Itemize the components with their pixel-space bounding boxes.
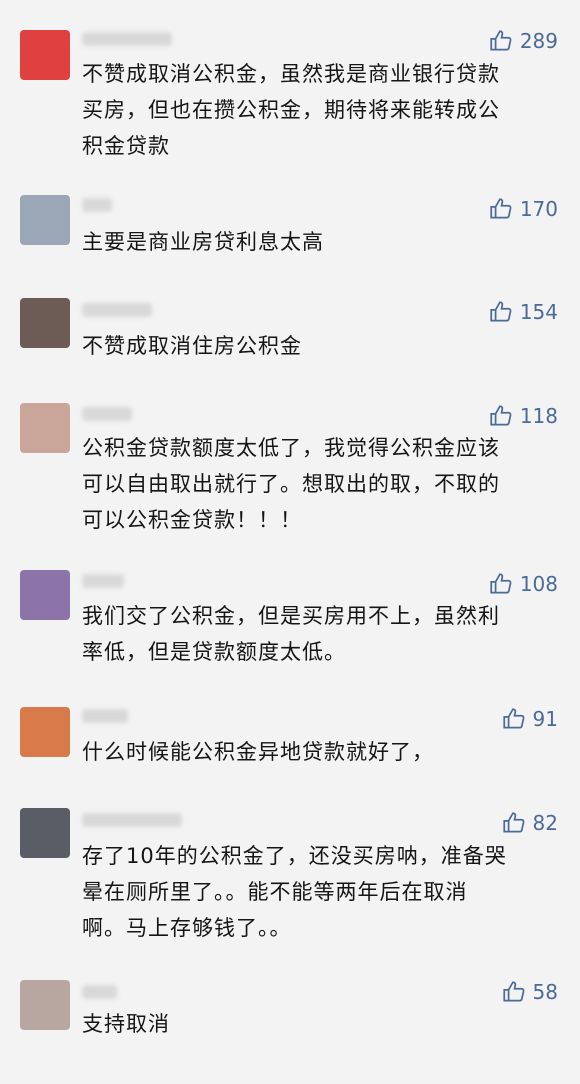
like-button[interactable]: 91 xyxy=(501,706,558,732)
avatar[interactable] xyxy=(20,808,70,858)
like-button[interactable]: 170 xyxy=(488,196,558,222)
thumbs-up-icon xyxy=(490,30,512,51)
comment-text: 我们交了公积金，但是买房用不上，虽然利 率低，但是贷款额度太低。 xyxy=(82,604,500,664)
username-blurred[interactable] xyxy=(82,709,128,723)
like-count: 170 xyxy=(519,197,558,221)
comment-text: 不赞成取消住房公积金 xyxy=(82,334,302,358)
like-button[interactable]: 118 xyxy=(488,403,558,429)
avatar[interactable] xyxy=(20,403,70,453)
like-count: 154 xyxy=(519,300,558,324)
thumbs-up-icon xyxy=(490,301,512,322)
avatar[interactable] xyxy=(20,298,70,348)
thumbs-up-icon xyxy=(502,708,524,729)
comment-text: 存了10年的公积金了，还没买房呐，准备哭 晕在厕所里了。。能不能等两年后在取消 … xyxy=(82,844,507,940)
like-count: 91 xyxy=(532,707,558,731)
username-blurred[interactable] xyxy=(82,574,124,588)
thumbs-up-icon xyxy=(490,405,512,426)
comment-text: 什么时候能公积金异地贷款就好了， xyxy=(82,740,434,764)
thumbs-up-icon xyxy=(502,981,524,1002)
avatar[interactable] xyxy=(20,707,70,757)
like-count: 108 xyxy=(519,572,558,596)
like-button[interactable]: 82 xyxy=(501,810,558,836)
like-button[interactable]: 58 xyxy=(501,979,558,1005)
like-count: 118 xyxy=(519,404,558,428)
comment-text: 不赞成取消公积金，虽然我是商业银行贷款 买房，但也在攒公积金，期待将来能转成公 … xyxy=(82,62,500,158)
like-button[interactable]: 154 xyxy=(488,299,558,325)
comment-text: 公积金贷款额度太低了，我觉得公积金应该 可以自由取出就行了。想取出的取，不取的 … xyxy=(82,436,500,532)
thumbs-up-icon xyxy=(502,812,524,833)
username-blurred[interactable] xyxy=(82,303,152,317)
avatar[interactable] xyxy=(20,980,70,1030)
username-blurred[interactable] xyxy=(82,198,112,212)
username-blurred[interactable] xyxy=(82,813,182,827)
like-button[interactable]: 289 xyxy=(488,28,558,54)
username-blurred[interactable] xyxy=(82,985,117,999)
like-count: 82 xyxy=(532,811,558,835)
like-count: 58 xyxy=(532,980,558,1004)
thumbs-up-icon xyxy=(490,198,512,219)
like-button[interactable]: 108 xyxy=(488,571,558,597)
thumbs-up-icon xyxy=(490,573,512,594)
avatar[interactable] xyxy=(20,30,70,80)
username-blurred[interactable] xyxy=(82,407,132,421)
avatar[interactable] xyxy=(20,195,70,245)
comment-text: 主要是商业房贷利息太高 xyxy=(82,230,324,254)
avatar[interactable] xyxy=(20,570,70,620)
username-blurred[interactable] xyxy=(82,32,172,46)
comment-text: 支持取消 xyxy=(82,1012,170,1036)
like-count: 289 xyxy=(519,29,558,53)
